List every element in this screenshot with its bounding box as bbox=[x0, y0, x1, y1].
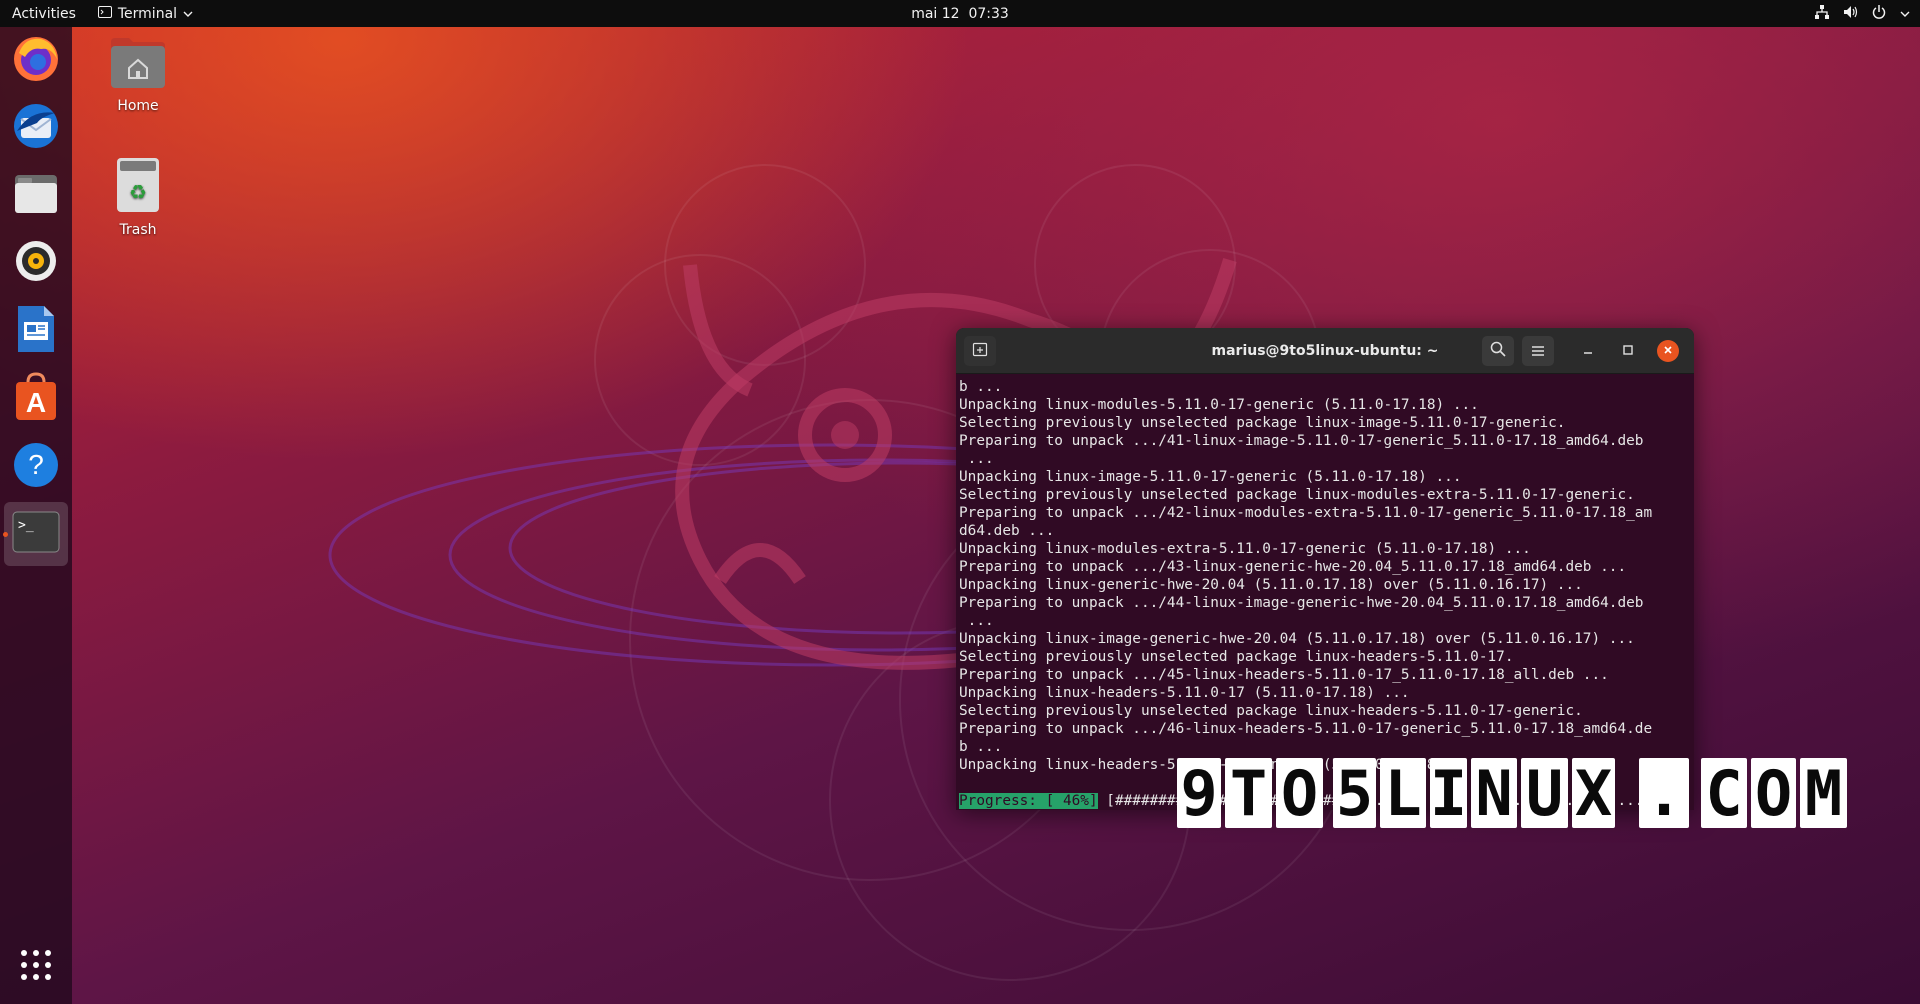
terminal-window[interactable]: marius@9to5linux-ubuntu: ~ b ... Unpacki… bbox=[956, 328, 1694, 810]
terminal-line: Unpacking linux-image-generic-hwe-20.04 … bbox=[959, 631, 1635, 647]
watermark-tile: I bbox=[1429, 756, 1468, 830]
terminal-line: Preparing to unpack .../44-linux-image-g… bbox=[959, 595, 1644, 611]
terminal-line: Preparing to unpack .../43-linux-generic… bbox=[959, 559, 1627, 575]
terminal-line: Unpacking linux-generic-hwe-20.04 (5.11.… bbox=[959, 577, 1583, 593]
minimize-button[interactable] bbox=[1577, 340, 1599, 362]
dock: A ? >_ bbox=[0, 27, 72, 1004]
terminal-line: Selecting previously unselected package … bbox=[959, 703, 1583, 719]
chevron-down-icon bbox=[183, 6, 193, 22]
watermark-tile: X bbox=[1572, 757, 1615, 830]
watermark-tile: L bbox=[1380, 757, 1426, 830]
show-applications-button[interactable] bbox=[4, 935, 68, 999]
terminal-line: Preparing to unpack .../46-linux-headers… bbox=[959, 721, 1653, 737]
terminal-line: Selecting previously unselected package … bbox=[959, 649, 1514, 665]
home-label: Home bbox=[117, 98, 159, 114]
power-icon[interactable] bbox=[1872, 4, 1886, 23]
terminal-line: b ... bbox=[959, 739, 1003, 755]
dock-item-thunderbird[interactable] bbox=[4, 96, 68, 160]
desktop-icon-home[interactable]: Home bbox=[88, 36, 188, 114]
app-menu-terminal[interactable]: Terminal bbox=[97, 0, 193, 27]
network-icon[interactable] bbox=[1815, 4, 1829, 23]
trash-label: Trash bbox=[119, 222, 157, 238]
watermark-tile: N bbox=[1471, 757, 1517, 830]
activities-button[interactable]: Activities bbox=[0, 0, 88, 27]
watermark-tile: O bbox=[1751, 757, 1796, 830]
svg-text:A: A bbox=[26, 387, 46, 418]
terminal-headerbar[interactable]: marius@9to5linux-ubuntu: ~ bbox=[956, 328, 1694, 374]
tray-chevron-down-icon[interactable] bbox=[1900, 6, 1910, 22]
watermark-tile: O bbox=[1276, 757, 1323, 830]
clock: mai 12 07:33 bbox=[0, 6, 1920, 22]
watermark-tile: 5 bbox=[1333, 757, 1376, 830]
progress-label: Progress: [ 46%] bbox=[959, 793, 1098, 809]
volume-icon[interactable] bbox=[1843, 5, 1858, 23]
software-icon: A bbox=[12, 372, 60, 426]
watermark-tile: U bbox=[1521, 757, 1568, 830]
dock-item-writer[interactable] bbox=[4, 299, 68, 363]
terminal-line: Unpacking linux-modules-5.11.0-17-generi… bbox=[959, 397, 1479, 413]
firefox-icon bbox=[11, 33, 61, 87]
hamburger-menu-icon bbox=[1531, 342, 1545, 361]
search-icon bbox=[1490, 341, 1506, 361]
watermark-tile: T bbox=[1225, 757, 1272, 830]
close-button[interactable] bbox=[1657, 340, 1679, 362]
search-button[interactable] bbox=[1482, 336, 1514, 366]
watermark-tile: M bbox=[1800, 757, 1847, 830]
files-icon bbox=[12, 169, 60, 221]
dock-item-files[interactable] bbox=[4, 163, 68, 227]
terminal-line: d64.deb ... bbox=[959, 523, 1055, 539]
terminal-output[interactable]: b ... Unpacking linux-modules-5.11.0-17-g… bbox=[956, 374, 1694, 810]
svg-text:?: ? bbox=[28, 449, 44, 480]
9to5linux-watermark: 9TO5LINUX.COM bbox=[1177, 756, 1847, 830]
system-tray[interactable] bbox=[1815, 0, 1910, 27]
dock-item-help[interactable]: ? bbox=[4, 435, 68, 499]
watermark-tile: . bbox=[1639, 757, 1689, 830]
terminal-line: Preparing to unpack .../41-linux-image-5… bbox=[959, 433, 1644, 449]
maximize-button[interactable] bbox=[1617, 340, 1639, 362]
app-grid-icon bbox=[20, 949, 52, 985]
app-menu-label: Terminal bbox=[117, 5, 178, 22]
terminal-icon: >_ bbox=[12, 511, 60, 557]
svg-text:♻: ♻ bbox=[129, 180, 147, 204]
terminal-line: Unpacking linux-modules-extra-5.11.0-17-… bbox=[959, 541, 1531, 557]
dock-item-terminal[interactable]: >_ bbox=[3, 502, 68, 566]
terminal-line: Selecting previously unselected package … bbox=[959, 487, 1635, 503]
home-folder-icon bbox=[88, 36, 188, 94]
dock-item-ubuntu-software[interactable]: A bbox=[4, 367, 68, 431]
dock-item-rhythmbox[interactable] bbox=[4, 231, 68, 295]
activities-label: Activities bbox=[12, 5, 76, 22]
close-icon bbox=[1663, 344, 1673, 358]
dock-item-firefox[interactable] bbox=[4, 28, 68, 92]
terminal-line: Selecting previously unselected package … bbox=[959, 415, 1566, 431]
trash-icon: ♻ bbox=[88, 156, 188, 218]
terminal-line: ... bbox=[959, 451, 994, 467]
watermark-tile: 9 bbox=[1177, 757, 1221, 830]
running-indicator bbox=[3, 532, 8, 537]
terminal-line: b ... bbox=[959, 379, 1003, 395]
thunderbird-icon bbox=[11, 101, 61, 155]
terminal-line: ... bbox=[959, 613, 994, 629]
terminal-line: Preparing to unpack .../42-linux-modules… bbox=[959, 505, 1653, 521]
terminal-line: Unpacking linux-image-5.11.0-17-generic … bbox=[959, 469, 1462, 485]
desktop-icon-trash[interactable]: ♻ Trash bbox=[88, 156, 188, 238]
writer-icon bbox=[14, 304, 58, 358]
rhythmbox-icon bbox=[12, 237, 60, 289]
top-bar: Activities Terminal mai 12 07:33 bbox=[0, 0, 1920, 27]
clock-label[interactable]: mai 12 07:33 bbox=[911, 6, 1009, 22]
terminal-line: Preparing to unpack .../45-linux-headers… bbox=[959, 667, 1609, 683]
help-icon: ? bbox=[12, 441, 60, 493]
watermark-tile: C bbox=[1701, 757, 1747, 830]
maximize-icon bbox=[1622, 344, 1634, 359]
svg-text:>_: >_ bbox=[18, 518, 34, 533]
minimize-icon bbox=[1582, 344, 1594, 359]
terminal-small-icon bbox=[97, 5, 112, 22]
terminal-line: Unpacking linux-headers-5.11.0-17 (5.11.… bbox=[959, 685, 1410, 701]
menu-button[interactable] bbox=[1522, 336, 1554, 366]
